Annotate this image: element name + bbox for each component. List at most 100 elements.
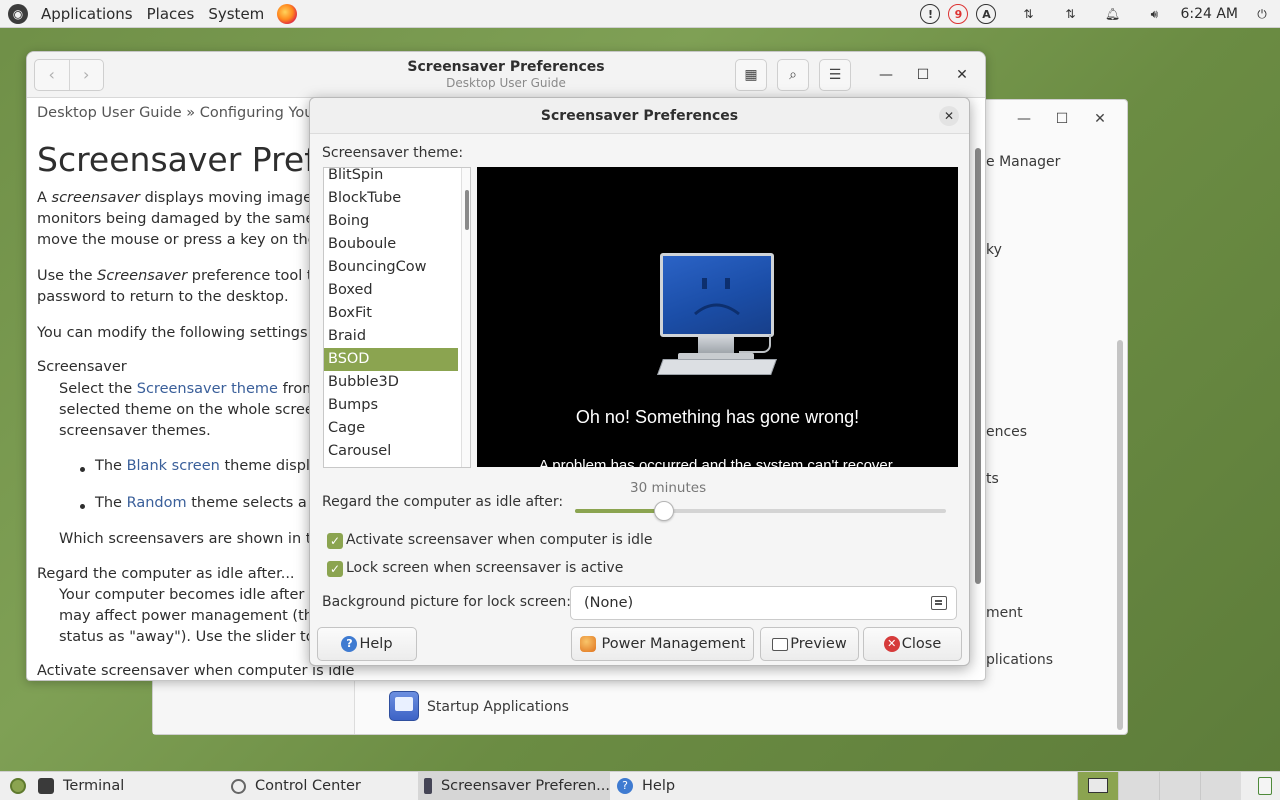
theme-list-item[interactable]: Cage bbox=[324, 417, 458, 440]
accessibility-icon[interactable]: A bbox=[976, 4, 997, 24]
preview-message-line1: Oh no! Something has gone wrong! bbox=[575, 407, 860, 427]
theme-list-item[interactable]: Braid bbox=[324, 325, 458, 348]
theme-list-item[interactable]: Bouboule bbox=[324, 233, 458, 256]
theme-label: Screensaver theme: bbox=[322, 145, 464, 161]
scrollbar-thumb[interactable] bbox=[465, 190, 469, 230]
paragraph-line: monitors being damaged by the same im bbox=[37, 211, 338, 227]
notification-count-badge[interactable]: 9 bbox=[948, 4, 969, 24]
system-menu[interactable]: System bbox=[201, 0, 271, 28]
task-terminal[interactable]: Terminal bbox=[38, 772, 218, 800]
idle-slider-knob[interactable] bbox=[654, 501, 675, 521]
dialog-close-icon[interactable]: ✕ bbox=[939, 106, 959, 126]
activate-screensaver-label[interactable]: Activate screensaver when computer is id… bbox=[346, 532, 652, 548]
theme-list-item[interactable]: BlockTube bbox=[324, 187, 458, 210]
activate-screensaver-checkbox[interactable]: ✓ bbox=[327, 533, 343, 549]
theme-list-item[interactable]: BouncingCow bbox=[324, 256, 458, 279]
control-center-scrollbar[interactable] bbox=[1117, 340, 1123, 730]
cc-item-fragment[interactable]: ences bbox=[986, 424, 1027, 440]
cc-close-button[interactable]: ✕ bbox=[1081, 108, 1119, 130]
bullet bbox=[80, 504, 85, 509]
task-control-center[interactable]: Control Center bbox=[231, 772, 411, 800]
theme-list-item[interactable]: Boing bbox=[324, 210, 458, 233]
background-picture-chooser[interactable]: (None) bbox=[570, 586, 957, 620]
lock-screen-label[interactable]: Lock screen when screensaver is active bbox=[346, 560, 623, 576]
show-desktop-icon[interactable] bbox=[10, 778, 26, 794]
startup-applications-icon[interactable] bbox=[389, 691, 419, 721]
update-notifier-icon[interactable]: ! bbox=[920, 4, 941, 24]
startup-applications-label[interactable]: Startup Applications bbox=[427, 699, 569, 715]
firefox-launcher-icon[interactable] bbox=[277, 3, 298, 24]
cc-item-fragment[interactable]: e Manager bbox=[986, 154, 1060, 170]
workspace-4[interactable] bbox=[1200, 772, 1241, 800]
network-secondary-icon[interactable]: ⇅ bbox=[1060, 4, 1080, 24]
clock[interactable]: 6:24 AM bbox=[1168, 6, 1248, 22]
bottom-taskbar: Terminal Control Center Screensaver Pref… bbox=[0, 771, 1280, 800]
distro-logo-icon[interactable]: ◉ bbox=[8, 3, 28, 24]
idle-slider-fill bbox=[575, 509, 665, 513]
theme-list-item[interactable]: BoxFit bbox=[324, 302, 458, 325]
help-minimize-button[interactable]: — bbox=[876, 65, 896, 85]
cc-item-fragment[interactable]: plications bbox=[986, 652, 1053, 668]
cc-maximize-button[interactable]: ☐ bbox=[1043, 108, 1081, 130]
menu-button[interactable]: ☰ bbox=[819, 59, 851, 91]
power-management-button[interactable]: Power Management bbox=[571, 627, 754, 661]
theme-list-item[interactable]: BlitSpin bbox=[324, 168, 458, 187]
random-link[interactable]: Random bbox=[127, 495, 187, 511]
paragraph-line: may affect power management (the r bbox=[59, 608, 333, 624]
preview-button[interactable]: Preview bbox=[760, 627, 859, 661]
breadcrumb[interactable]: Desktop User Guide » Configuring Your D bbox=[37, 105, 335, 121]
help-close-button[interactable]: ✕ bbox=[952, 65, 972, 85]
top-panel: ◉ Applications Places System ! 9 A ⇅ ⇅ 🔔… bbox=[0, 0, 1280, 28]
theme-list[interactable]: CCCarouselCageBumpsBubble3DBSODBraidBoxF… bbox=[323, 167, 471, 468]
control-center-window-controls: — ☐ ✕ bbox=[1005, 108, 1119, 130]
workspace-1[interactable] bbox=[1077, 772, 1118, 800]
paragraph-line: password to return to the desktop. bbox=[37, 289, 289, 305]
paragraph-line: A screensaver displays moving images or bbox=[37, 190, 339, 206]
close-button[interactable]: ✕ Close bbox=[863, 627, 962, 661]
theme-list-item[interactable]: Bubble3D bbox=[324, 371, 458, 394]
paragraph-line: Your computer becomes idle after thi bbox=[59, 587, 328, 603]
theme-list-item[interactable]: CC bbox=[324, 463, 458, 467]
workspace-2[interactable] bbox=[1118, 772, 1159, 800]
theme-list-scrollbar[interactable] bbox=[461, 168, 470, 467]
applications-menu[interactable]: Applications bbox=[34, 0, 140, 28]
volume-icon[interactable]: 🔊︎ bbox=[1144, 4, 1164, 24]
cc-minimize-button[interactable]: — bbox=[1005, 108, 1043, 130]
search-icon: ⌕ bbox=[789, 67, 797, 83]
workspace-3[interactable] bbox=[1159, 772, 1200, 800]
help-scrollbar[interactable] bbox=[975, 148, 981, 584]
paragraph-line: Which screensavers are shown in the bbox=[59, 531, 330, 547]
cc-item-fragment[interactable]: ment bbox=[986, 605, 1023, 621]
bookmarks-button[interactable]: ▦ bbox=[735, 59, 767, 91]
places-menu[interactable]: Places bbox=[140, 0, 202, 28]
theme-list-item[interactable]: Boxed bbox=[324, 279, 458, 302]
notification-bell-icon[interactable]: 🔔︎ bbox=[1102, 4, 1122, 24]
search-button[interactable]: ⌕ bbox=[777, 59, 809, 91]
task-help[interactable]: ? Help bbox=[617, 772, 797, 800]
bullet bbox=[80, 467, 85, 472]
lock-screen-checkbox[interactable]: ✓ bbox=[327, 561, 343, 577]
power-icon[interactable]: ⏻ bbox=[1252, 4, 1272, 24]
trash-icon[interactable] bbox=[1258, 777, 1272, 795]
top-menu: ◉ Applications Places System bbox=[0, 0, 298, 28]
blank-screen-link[interactable]: Blank screen bbox=[127, 458, 220, 474]
theme-list-item[interactable]: Bumps bbox=[324, 394, 458, 417]
cc-item-fragment[interactable]: ky bbox=[986, 242, 1002, 258]
network-icon[interactable]: ⇅ bbox=[1018, 4, 1038, 24]
bookmark-icon: ▦ bbox=[744, 67, 758, 83]
theme-list-item[interactable]: BSOD bbox=[324, 348, 458, 371]
theme-list-item[interactable]: Carousel bbox=[324, 440, 458, 463]
task-screensaver-preferences[interactable]: Screensaver Preferen... bbox=[418, 772, 610, 800]
cc-item-fragment[interactable]: ts bbox=[986, 471, 999, 487]
dialog-title: Screensaver Preferences bbox=[540, 108, 739, 124]
help-button[interactable]: ? Help bbox=[317, 627, 417, 661]
monitor-cable bbox=[739, 335, 771, 353]
screensaver-preferences-dialog: Screensaver Preferences ✕ Screensaver th… bbox=[309, 97, 970, 666]
paragraph-line: status as "away"). Use the slider to se bbox=[59, 629, 336, 645]
paragraph-line: selected theme on the whole screen. bbox=[59, 402, 328, 418]
idle-slider-track[interactable] bbox=[575, 509, 946, 513]
paragraph-line: move the mouse or press a key on the ke bbox=[37, 232, 339, 248]
help-maximize-button[interactable]: ☐ bbox=[913, 65, 933, 85]
screensaver-theme-link[interactable]: Screensaver theme bbox=[137, 381, 278, 397]
paragraph-line: screensaver themes. bbox=[59, 423, 211, 439]
